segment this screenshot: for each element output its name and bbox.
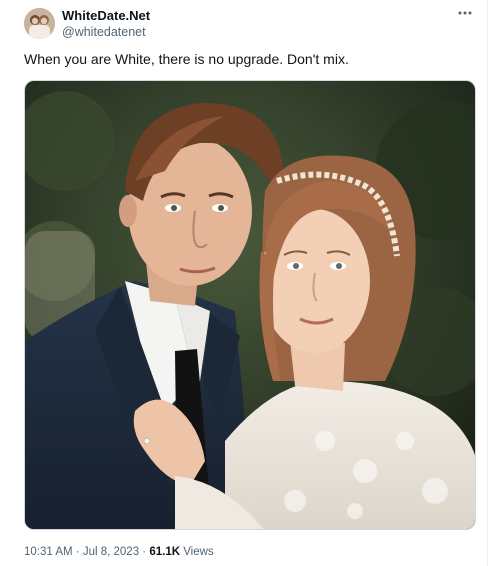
tweet-photo[interactable] xyxy=(24,80,476,530)
more-horizontal-icon xyxy=(458,11,472,15)
tweet-time: 10:31 AM xyxy=(24,546,73,558)
tweet-text: When you are White, there is no upgrade.… xyxy=(24,51,349,67)
tweet-card: WhiteDate.Net @whitedatenet When you are… xyxy=(0,0,488,566)
author-avatar[interactable] xyxy=(24,8,55,39)
avatar-image xyxy=(24,8,55,39)
meta-separator: · xyxy=(72,546,83,558)
views-count: 61.1K xyxy=(149,546,181,558)
tweet-meta: 10:31 AM · Jul 8, 2023 · 61.1K Views xyxy=(24,544,214,560)
tweet-date: Jul 8, 2023 xyxy=(82,546,140,558)
meta-separator: · xyxy=(139,546,150,558)
more-options-button[interactable] xyxy=(453,4,477,22)
tweet-timestamp[interactable]: 10:31 AM · Jul 8, 2023 xyxy=(24,546,139,558)
wedding-couple-photo xyxy=(25,81,475,529)
views-label: Views xyxy=(180,546,214,558)
author-handle[interactable]: @whitedatenet xyxy=(62,24,150,40)
author-block: WhiteDate.Net @whitedatenet xyxy=(62,8,150,40)
author-display-name[interactable]: WhiteDate.Net xyxy=(62,8,150,24)
